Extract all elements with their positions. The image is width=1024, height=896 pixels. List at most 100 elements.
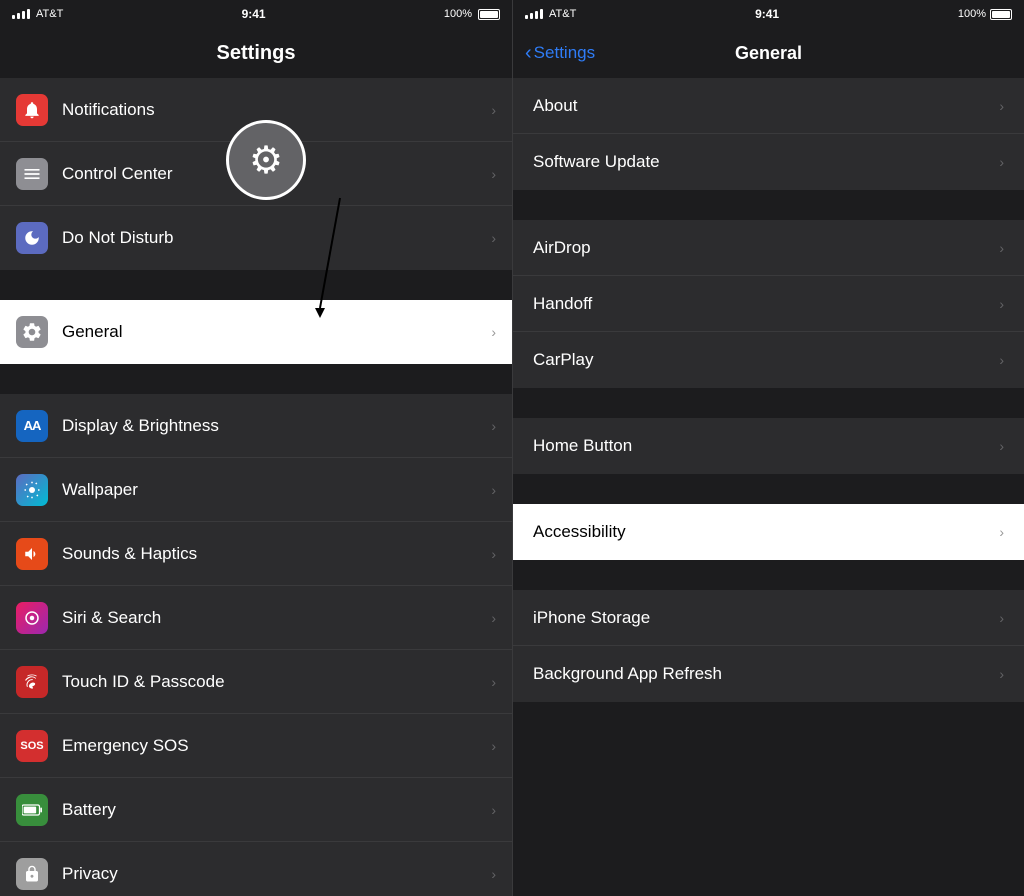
right-carrier: AT&T — [549, 8, 576, 20]
control-center-chevron: › — [491, 166, 496, 182]
carrier-label: AT&T — [36, 8, 63, 20]
left-panel: AT&T 9:41 100% Settings ⚙ — [0, 0, 512, 896]
item-general[interactable]: General › — [0, 300, 512, 364]
emergency-sos-icon: SOS — [16, 730, 48, 762]
display-icon: AA — [16, 410, 48, 442]
emergency-sos-label: Emergency SOS — [62, 736, 491, 756]
right-section-5: iPhone Storage › Background App Refresh … — [513, 590, 1024, 702]
right-item-background-app-refresh[interactable]: Background App Refresh › — [513, 646, 1024, 702]
spacer-2 — [0, 366, 512, 394]
left-status-bar: AT&T 9:41 100% — [0, 0, 512, 28]
right-battery-pct: 100% — [958, 8, 986, 20]
siri-label: Siri & Search — [62, 608, 491, 628]
battery-percent: 100% — [444, 8, 472, 20]
right-panel: AT&T 9:41 100% ‹ Settings General About … — [512, 0, 1024, 896]
home-button-label: Home Button — [533, 436, 999, 456]
control-center-label: Control Center — [62, 164, 491, 184]
airdrop-chevron: › — [999, 240, 1004, 256]
sounds-chevron: › — [491, 546, 496, 562]
right-section-3: Home Button › — [513, 418, 1024, 474]
right-item-about[interactable]: About › — [513, 78, 1024, 134]
item-control-center[interactable]: Control Center › — [0, 142, 512, 206]
right-spacer-4 — [513, 562, 1024, 590]
right-status-left: AT&T — [525, 8, 576, 20]
right-spacer-3 — [513, 476, 1024, 504]
right-status-right: 100% — [958, 8, 1012, 20]
do-not-disturb-chevron: › — [491, 230, 496, 246]
carplay-chevron: › — [999, 352, 1004, 368]
general-page-title: General — [735, 43, 802, 64]
siri-chevron: › — [491, 610, 496, 626]
wallpaper-icon — [16, 474, 48, 506]
battery-label: Battery — [62, 800, 491, 820]
battery-chevron: › — [491, 802, 496, 818]
handoff-chevron: › — [999, 296, 1004, 312]
software-update-label: Software Update — [533, 152, 999, 172]
right-item-iphone-storage[interactable]: iPhone Storage › — [513, 590, 1024, 646]
right-battery-icon — [990, 9, 1012, 20]
battery-icon — [478, 9, 500, 20]
notifications-icon — [16, 94, 48, 126]
right-spacer-1 — [513, 192, 1024, 220]
wallpaper-label: Wallpaper — [62, 480, 491, 500]
notifications-chevron: › — [491, 102, 496, 118]
home-button-chevron: › — [999, 438, 1004, 454]
right-item-software-update[interactable]: Software Update › — [513, 134, 1024, 190]
general-label: General — [62, 322, 491, 342]
right-section-1: About › Software Update › — [513, 78, 1024, 190]
item-privacy[interactable]: Privacy › — [0, 842, 512, 896]
siri-icon — [16, 602, 48, 634]
battery-icon — [16, 794, 48, 826]
item-siri-search[interactable]: Siri & Search › — [0, 586, 512, 650]
sounds-icon — [16, 538, 48, 570]
about-label: About — [533, 96, 999, 116]
right-item-carplay[interactable]: CarPlay › — [513, 332, 1024, 388]
item-touch-id[interactable]: Touch ID & Passcode › — [0, 650, 512, 714]
right-section-2: AirDrop › Handoff › CarPlay › — [513, 220, 1024, 388]
about-chevron: › — [999, 98, 1004, 114]
time-label: 9:41 — [242, 7, 266, 21]
item-wallpaper[interactable]: Wallpaper › — [0, 458, 512, 522]
settings-title: Settings — [217, 42, 296, 65]
signal-icon — [12, 9, 30, 19]
right-item-accessibility[interactable]: Accessibility › — [513, 504, 1024, 560]
emergency-sos-chevron: › — [491, 738, 496, 754]
right-item-handoff[interactable]: Handoff › — [513, 276, 1024, 332]
background-app-refresh-label: Background App Refresh — [533, 664, 999, 684]
status-left: AT&T — [12, 8, 63, 20]
touch-id-icon — [16, 666, 48, 698]
right-nav: ‹ Settings General — [513, 28, 1024, 78]
iphone-storage-label: iPhone Storage — [533, 608, 999, 628]
item-do-not-disturb[interactable]: Do Not Disturb › — [0, 206, 512, 270]
airdrop-label: AirDrop — [533, 238, 999, 258]
item-sounds-haptics[interactable]: Sounds & Haptics › — [0, 522, 512, 586]
item-notifications[interactable]: Notifications › — [0, 78, 512, 142]
back-label: Settings — [534, 43, 595, 63]
item-emergency-sos[interactable]: SOS Emergency SOS › — [0, 714, 512, 778]
touch-id-label: Touch ID & Passcode — [62, 672, 491, 692]
privacy-label: Privacy — [62, 864, 491, 884]
iphone-storage-chevron: › — [999, 610, 1004, 626]
right-spacer-2 — [513, 390, 1024, 418]
right-status-bar: AT&T 9:41 100% — [513, 0, 1024, 28]
accessibility-label: Accessibility — [533, 522, 999, 542]
general-chevron: › — [491, 324, 496, 340]
software-update-chevron: › — [999, 154, 1004, 170]
wallpaper-chevron: › — [491, 482, 496, 498]
do-not-disturb-label: Do Not Disturb — [62, 228, 491, 248]
settings-list: Notifications › Control Center › D — [0, 78, 512, 896]
right-section-4: Accessibility › — [513, 504, 1024, 560]
carplay-label: CarPlay — [533, 350, 999, 370]
left-page-header: Settings — [0, 28, 512, 78]
section-1: Notifications › Control Center › D — [0, 78, 512, 270]
back-button[interactable]: ‹ Settings — [525, 42, 595, 65]
handoff-label: Handoff — [533, 294, 999, 314]
item-display-brightness[interactable]: AA Display & Brightness › — [0, 394, 512, 458]
privacy-icon — [16, 858, 48, 890]
control-center-icon — [16, 158, 48, 190]
right-item-home-button[interactable]: Home Button › — [513, 418, 1024, 474]
right-item-airdrop[interactable]: AirDrop › — [513, 220, 1024, 276]
display-chevron: › — [491, 418, 496, 434]
item-battery[interactable]: Battery › — [0, 778, 512, 842]
display-brightness-label: Display & Brightness — [62, 416, 491, 436]
